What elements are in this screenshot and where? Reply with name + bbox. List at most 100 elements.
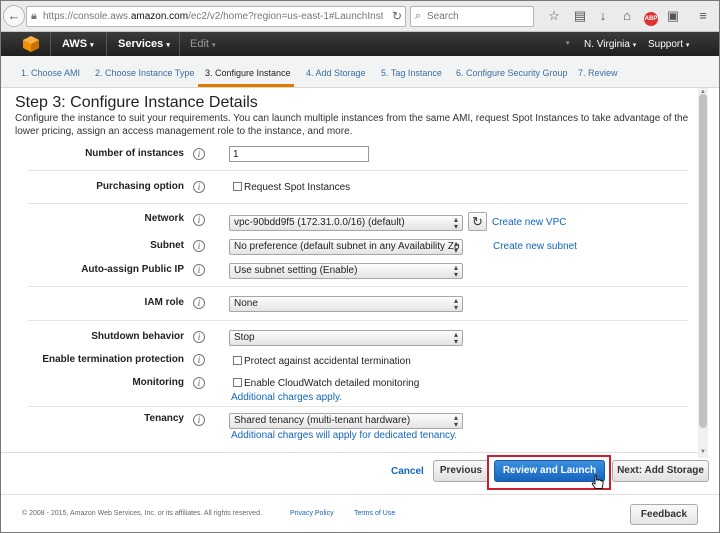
info-icon[interactable]: i [193,377,205,389]
menu-icon[interactable]: ≡ [694,7,712,25]
info-icon[interactable]: i [193,331,205,343]
info-icon[interactable]: i [193,181,205,193]
create-new-vpc-link[interactable]: Create new VPC [492,217,566,228]
page-description: Configure the instance to suit your requ… [15,113,689,137]
clipboard-icon[interactable]: ▤ [571,7,589,25]
reload-icon[interactable]: ↻ [392,9,402,23]
extension-icon[interactable]: ▣ [664,7,682,25]
iam-role-label: IAM role [144,297,184,308]
next-add-storage-button[interactable]: Next: Add Storage [612,460,709,482]
nav-divider [50,32,51,56]
select-arrows-icon: ▴ ▾ [453,330,458,346]
back-button[interactable]: ← [3,5,25,27]
select-arrows-icon: ▴ ▾ [453,263,458,279]
tab-configure-instance[interactable]: 3. Configure Instance [205,68,291,78]
previous-button[interactable]: Previous [433,460,489,482]
auto-assign-ip-select[interactable]: Use subnet setting (Enable) ▴ ▾ [229,263,463,279]
info-icon[interactable]: i [193,240,205,252]
scroll-down-icon[interactable]: ▼ [698,448,708,456]
wizard-steps: 1. Choose AMI 2. Choose Instance Type 3.… [0,56,720,88]
info-icon[interactable]: i [193,214,205,226]
select-arrows-icon: ▴ ▾ [453,215,458,231]
cloudwatch-monitoring-checkbox[interactable] [233,378,242,387]
back-arrow-icon: ← [7,8,21,23]
services-menu[interactable]: Services ▾ [118,38,170,50]
aws-top-nav: AWS ▾ Services ▾ Edit ▾ ▾ N. Virginia ▾ … [0,32,720,56]
browser-toolbar: ← 🔒︎ https://console.aws.amazon.com/ec2/… [0,0,720,32]
page-title: Step 3: Configure Instance Details [15,94,258,111]
info-icon[interactable]: i [193,148,205,160]
footer-divider [0,452,698,453]
tab-choose-ami[interactable]: 1. Choose AMI [21,68,80,78]
termination-protection-checkbox[interactable] [233,356,242,365]
address-bar[interactable]: 🔒︎ https://console.aws.amazon.com/ec2/v2… [26,6,406,27]
terms-of-use-link[interactable]: Terms of Use [354,510,395,517]
addon-icon[interactable]: ABP [642,7,660,26]
select-arrows-icon: ▴ ▾ [453,239,458,255]
tab-add-storage[interactable]: 4. Add Storage [306,68,366,78]
copyright-text: © 2008 - 2015, Amazon Web Services, Inc.… [22,510,262,517]
info-icon[interactable]: i [193,297,205,309]
tab-configure-security-group[interactable]: 6. Configure Security Group [456,68,568,78]
network-select[interactable]: vpc-90bdd9f5 (172.31.0.0/16) (default) ▴ ▾ [229,215,463,231]
iam-role-select[interactable]: None ▴ ▾ [229,296,463,312]
chevron-down-icon: ▾ [212,42,216,49]
lock-icon: 🔒︎ [31,10,37,22]
termination-protection-checkbox-label[interactable]: Protect against accidental termination [244,356,411,367]
monitoring-label: Monitoring [132,377,184,388]
aws-menu[interactable]: AWS ▾ [62,38,94,50]
browser-search-box[interactable]: ⌕ [410,6,534,27]
search-icon: ⌕ [415,10,422,22]
page-footer-divider [0,494,720,495]
cloudwatch-monitoring-label[interactable]: Enable CloudWatch detailed monitoring [244,378,419,389]
row-divider [28,320,688,321]
region-menu[interactable]: N. Virginia ▾ [584,39,636,50]
scrollbar-thumb[interactable] [699,94,707,428]
refresh-network-button[interactable]: ↻ [468,212,487,231]
tab-tag-instance[interactable]: 5. Tag Instance [381,68,442,78]
feedback-button[interactable]: Feedback [630,504,698,525]
subnet-label: Subnet [150,240,184,251]
network-label: Network [144,213,184,224]
aws-cube-icon[interactable] [22,35,40,53]
review-and-launch-button[interactable]: Review and Launch [494,460,605,482]
chevron-down-icon: ▾ [632,42,637,49]
url-text: https://console.aws.amazon.com/ec2/v2/ho… [43,11,383,22]
info-icon[interactable]: i [193,414,205,426]
select-arrows-icon: ▴ ▾ [453,296,458,312]
info-icon[interactable]: i [193,264,205,276]
subnet-select[interactable]: No preference (default subnet in any Ava… [229,239,463,255]
support-menu[interactable]: Support ▾ [648,39,689,50]
browser-search-input[interactable] [427,9,527,24]
auto-assign-ip-label: Auto-assign Public IP [81,264,184,275]
chevron-down-icon: ▾ [166,42,170,49]
tab-choose-instance-type[interactable]: 2. Choose Instance Type [95,68,194,78]
row-divider [28,203,688,204]
tenancy-charges-link[interactable]: Additional charges will apply for dedica… [231,430,457,441]
edit-menu[interactable]: Edit ▾ [190,38,216,50]
spot-instances-label[interactable]: Request Spot Instances [244,182,350,193]
info-icon[interactable]: i [193,354,205,366]
hand-cursor-icon [591,475,604,489]
privacy-policy-link[interactable]: Privacy Policy [290,510,334,517]
select-arrows-icon: ▴ ▾ [453,413,458,429]
shutdown-behavior-select[interactable]: Stop ▴ ▾ [229,330,463,346]
bookmark-star-icon[interactable]: ☆ [545,7,563,25]
create-new-subnet-link[interactable]: Create new subnet [493,241,577,252]
row-divider [28,170,688,171]
purchasing-option-label: Purchasing option [96,181,184,192]
number-of-instances-label: Number of instances [85,148,184,159]
cancel-link[interactable]: Cancel [391,466,424,477]
content-scrollbar[interactable]: ▲ ▼ [698,88,708,458]
nav-divider [179,32,180,56]
row-divider [28,406,688,407]
tenancy-label: Tenancy [144,413,184,424]
monitoring-charges-link[interactable]: Additional charges apply. [231,392,342,403]
home-icon[interactable]: ⌂ [618,7,636,25]
spot-instances-checkbox[interactable] [233,182,242,191]
active-tab-indicator [198,84,294,87]
download-icon[interactable]: ↓ [594,7,612,25]
number-of-instances-input[interactable] [229,146,369,162]
tenancy-select[interactable]: Shared tenancy (multi-tenant hardware) ▴ ▾ [229,413,463,429]
tab-review[interactable]: 7. Review [578,68,618,78]
